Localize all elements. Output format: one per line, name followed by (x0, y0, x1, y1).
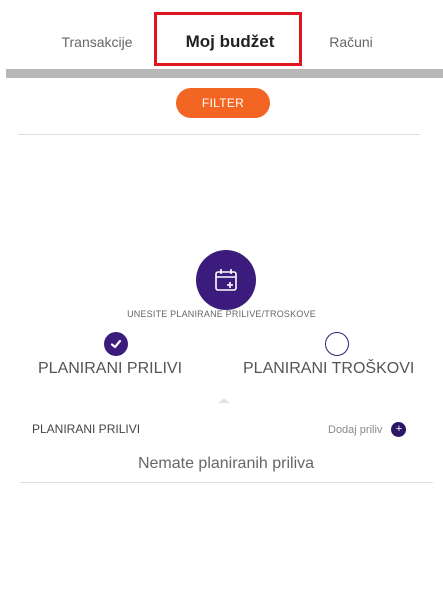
tab-divider-bar (6, 69, 443, 78)
expenses-radio-unchecked[interactable] (325, 332, 349, 356)
calendar-icon (215, 269, 237, 291)
empty-state-text: Nemate planiranih priliva (137, 455, 315, 472)
add-income-link[interactable]: Dodaj priliv + (328, 422, 407, 437)
option-planirani-prilivi[interactable]: PLANIRANI PRILIVI (38, 360, 182, 378)
filter-button[interactable]: FILTER (176, 88, 270, 118)
tab-moj-budzet[interactable]: Moj budžet (154, 22, 306, 62)
divider (20, 482, 433, 483)
tab-racuni[interactable]: Računi (306, 22, 396, 62)
section-pointer (218, 398, 230, 403)
section-title: PLANIRANI PRILIVI (32, 422, 141, 436)
tab-bar: Transakcije Moj budžet Računi (0, 0, 443, 80)
tab-transakcije[interactable]: Transakcije (42, 22, 152, 62)
plus-icon: + (391, 422, 407, 437)
divider (18, 134, 420, 135)
income-radio-checked[interactable] (104, 332, 128, 356)
add-income-label: Dodaj priliv (328, 423, 383, 436)
instruction-text: UNESITE PLANIRANE PRILIVE/TROSKOVE (127, 309, 316, 319)
option-planirani-troskovi[interactable]: PLANIRANI TROŠKOVI (243, 360, 414, 378)
checkmark-icon (110, 339, 122, 349)
calendar-add-button[interactable] (196, 250, 256, 310)
